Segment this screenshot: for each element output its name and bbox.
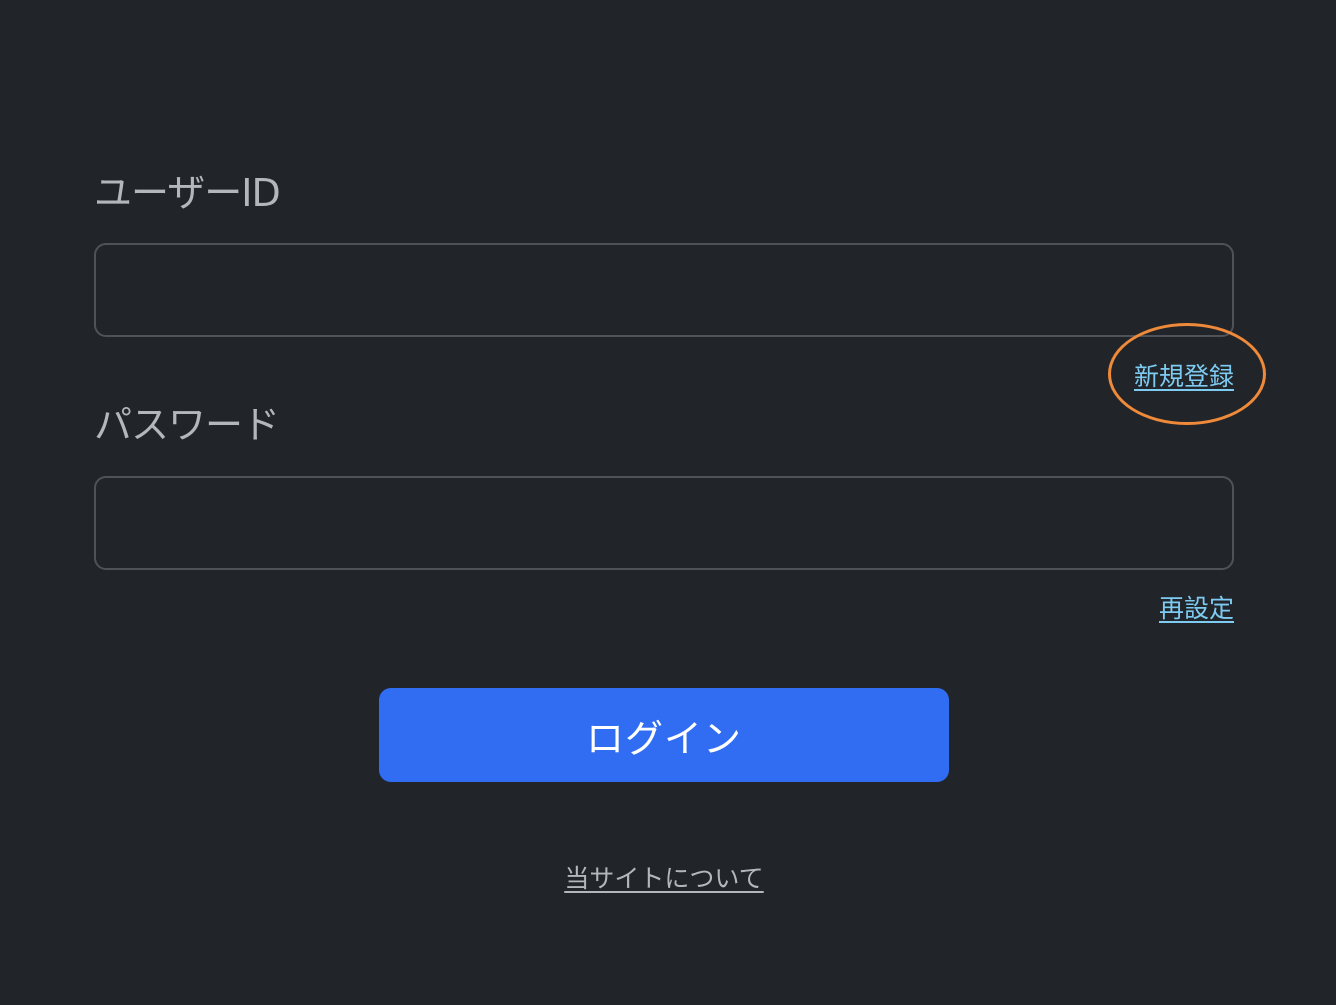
password-reset-link[interactable]: 再設定 bbox=[1159, 594, 1234, 624]
about-site-link[interactable]: 当サイトについて bbox=[564, 864, 763, 893]
register-link[interactable]: 新規登録 bbox=[1134, 362, 1234, 392]
password-label: パスワード bbox=[94, 403, 280, 447]
password-input[interactable] bbox=[94, 476, 1234, 570]
userid-input[interactable] bbox=[94, 243, 1234, 337]
userid-label: ユーザーID bbox=[94, 171, 281, 215]
login-page: ユーザーID 新規登録 パスワード 再設定 ログイン 当サイトについて bbox=[0, 0, 1336, 1005]
about-link-wrapper: 当サイトについて bbox=[0, 864, 1328, 894]
login-button[interactable]: ログイン bbox=[379, 688, 949, 782]
